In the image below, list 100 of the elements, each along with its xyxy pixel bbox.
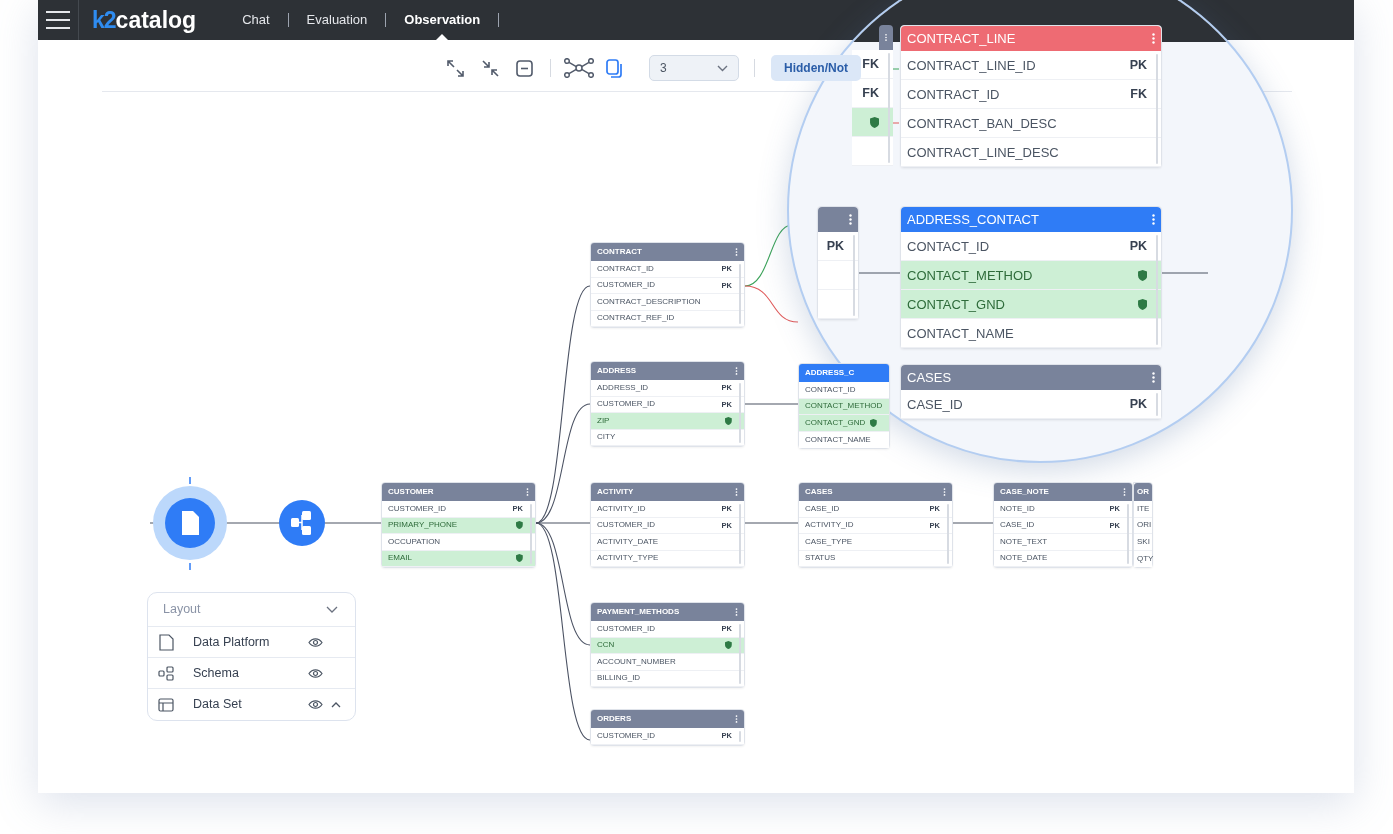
table-row[interactable]: CONTRACT_BAN_DESC bbox=[901, 109, 1161, 138]
table-title: CONTRACT_LINE bbox=[907, 32, 1016, 45]
column-name: ADDRESS_ID bbox=[597, 383, 649, 392]
table-row[interactable]: CONTACT_GND bbox=[901, 290, 1161, 319]
table-row[interactable]: CASE_TYPE bbox=[799, 534, 952, 551]
shield-icon bbox=[725, 641, 732, 650]
kebab-menu-icon[interactable] bbox=[849, 214, 852, 225]
kebab-menu-icon[interactable] bbox=[1152, 372, 1155, 383]
table-row[interactable]: CONTACT_ID PK bbox=[901, 232, 1161, 261]
table-header[interactable]: CASES bbox=[901, 365, 1161, 390]
column-name: NOTE_DATE bbox=[1000, 554, 1048, 563]
kebab-menu-icon[interactable] bbox=[735, 248, 738, 256]
table-row[interactable]: FK bbox=[852, 79, 893, 108]
kebab-menu-icon[interactable] bbox=[735, 488, 738, 496]
table-row[interactable]: CONTRACT_LINE_DESC bbox=[901, 138, 1161, 167]
scrollbar[interactable] bbox=[739, 264, 741, 324]
connector-line bbox=[744, 522, 799, 524]
connector-line bbox=[744, 403, 799, 405]
kebab-menu-icon[interactable] bbox=[526, 488, 529, 496]
table-icon bbox=[158, 697, 174, 712]
column-name: ACCOUNT_NUMBER bbox=[597, 657, 676, 666]
filter-button[interactable]: Hidden/Not bbox=[771, 55, 861, 81]
table-header[interactable]: CASES bbox=[799, 483, 952, 501]
table-header[interactable]: PAYMENT_METHODS bbox=[591, 603, 744, 621]
key-label: FK bbox=[862, 57, 879, 71]
table-row[interactable]: CONTRACT_ID FK bbox=[901, 80, 1161, 109]
layout-item[interactable]: Data Set bbox=[148, 689, 355, 720]
table-row[interactable]: CONTACT_METHOD bbox=[901, 261, 1161, 290]
kebab-menu-icon[interactable] bbox=[735, 715, 738, 723]
table-header[interactable]: ADDRESS_CONTACT bbox=[901, 207, 1161, 232]
layout-item-label: Data Set bbox=[193, 696, 243, 714]
table-row[interactable]: ACCOUNT_NUMBER bbox=[591, 654, 744, 671]
layout-item-label: Schema bbox=[193, 664, 240, 682]
eye-icon[interactable] bbox=[307, 668, 323, 678]
table-title: CUSTOMER bbox=[388, 488, 434, 496]
table-header[interactable] bbox=[818, 207, 858, 232]
layout-item[interactable]: Data Platform bbox=[148, 627, 355, 658]
table-row[interactable]: SKI bbox=[1134, 534, 1152, 551]
table-row[interactable]: ITE bbox=[1134, 501, 1152, 518]
column-name: CUSTOMER_ID bbox=[597, 731, 656, 740]
kebab-menu-icon[interactable] bbox=[735, 367, 738, 375]
table-header[interactable] bbox=[879, 25, 893, 50]
table-header[interactable]: ADDRESS_C bbox=[799, 364, 889, 382]
table-header[interactable]: ACTIVITY bbox=[591, 483, 744, 501]
column-name: CONTACT_GND bbox=[805, 418, 866, 427]
table-row[interactable]: PK bbox=[818, 232, 858, 261]
table-row[interactable]: CONTACT_GND bbox=[799, 415, 889, 432]
schema-node[interactable] bbox=[279, 500, 325, 546]
nav-tab[interactable]: Observation bbox=[386, 0, 499, 40]
table-row[interactable]: CONTRACT_LINE_ID PK bbox=[901, 51, 1161, 80]
scrollbar[interactable] bbox=[888, 53, 890, 163]
table-row[interactable]: NOTE_TEXT bbox=[994, 534, 1132, 551]
scrollbar[interactable] bbox=[739, 624, 741, 684]
table-title: CASES bbox=[907, 371, 952, 384]
kebab-menu-icon[interactable] bbox=[735, 608, 738, 616]
kebab-menu-icon[interactable] bbox=[1123, 488, 1126, 496]
table-header[interactable]: CUSTOMER bbox=[382, 483, 535, 501]
scrollbar[interactable] bbox=[947, 504, 949, 564]
scrollbar[interactable] bbox=[739, 383, 741, 443]
scrollbar[interactable] bbox=[739, 504, 741, 564]
nav-tab[interactable]: Chat bbox=[224, 0, 288, 40]
table-row[interactable]: CONTACT_NAME bbox=[901, 319, 1161, 348]
table-header[interactable]: CONTRACT bbox=[591, 243, 744, 261]
scrollbar[interactable] bbox=[1156, 393, 1158, 416]
table-row[interactable] bbox=[852, 108, 893, 137]
eye-icon[interactable] bbox=[307, 700, 323, 709]
depth-select[interactable]: 3 bbox=[649, 55, 739, 81]
document-node[interactable] bbox=[153, 486, 227, 560]
scrollbar[interactable] bbox=[1156, 235, 1158, 345]
eye-icon[interactable] bbox=[307, 637, 323, 647]
layout-item[interactable]: Schema bbox=[148, 658, 355, 689]
column-name: CUSTOMER_ID bbox=[597, 521, 656, 530]
nav-tab[interactable]: Evaluation bbox=[288, 0, 386, 40]
table-row[interactable]: ZIP bbox=[591, 413, 744, 430]
scrollbar[interactable] bbox=[1156, 54, 1158, 164]
kebab-menu-icon[interactable] bbox=[943, 488, 946, 496]
document-icon bbox=[158, 633, 174, 651]
table-header[interactable]: ORDERS bbox=[591, 710, 744, 728]
kebab-menu-icon[interactable] bbox=[1152, 33, 1155, 44]
shield-icon bbox=[870, 418, 877, 427]
table-header[interactable]: ADDRESS bbox=[591, 362, 744, 380]
connector-line bbox=[892, 122, 900, 124]
table-row[interactable]: OCCUPATION bbox=[382, 534, 535, 551]
table-row[interactable]: CONTACT_ID bbox=[799, 382, 889, 399]
table-row[interactable]: CONTRACT_DESCRIPTION bbox=[591, 294, 744, 311]
table-header[interactable]: OR bbox=[1134, 483, 1152, 501]
kebab-menu-icon[interactable] bbox=[1152, 214, 1155, 225]
table-title: ADDRESS_C bbox=[805, 369, 855, 377]
scrollbar[interactable] bbox=[530, 504, 532, 564]
scrollbar[interactable] bbox=[739, 731, 741, 742]
scrollbar[interactable] bbox=[853, 235, 855, 316]
graph-icon[interactable] bbox=[563, 55, 595, 81]
chevron-up-icon[interactable] bbox=[331, 701, 341, 708]
column-name: CASE_ID bbox=[1000, 521, 1035, 530]
scrollbar[interactable] bbox=[1127, 504, 1129, 564]
table-header[interactable]: CASE_NOTE bbox=[994, 483, 1132, 501]
table-row[interactable]: CASE_ID PK bbox=[901, 390, 1161, 419]
column-name: CONTRACT_BAN_DESC bbox=[907, 116, 1057, 130]
table-row[interactable]: ACTIVITY_DATE bbox=[591, 534, 744, 551]
column-name: CONTACT_METHOD bbox=[907, 268, 1033, 282]
